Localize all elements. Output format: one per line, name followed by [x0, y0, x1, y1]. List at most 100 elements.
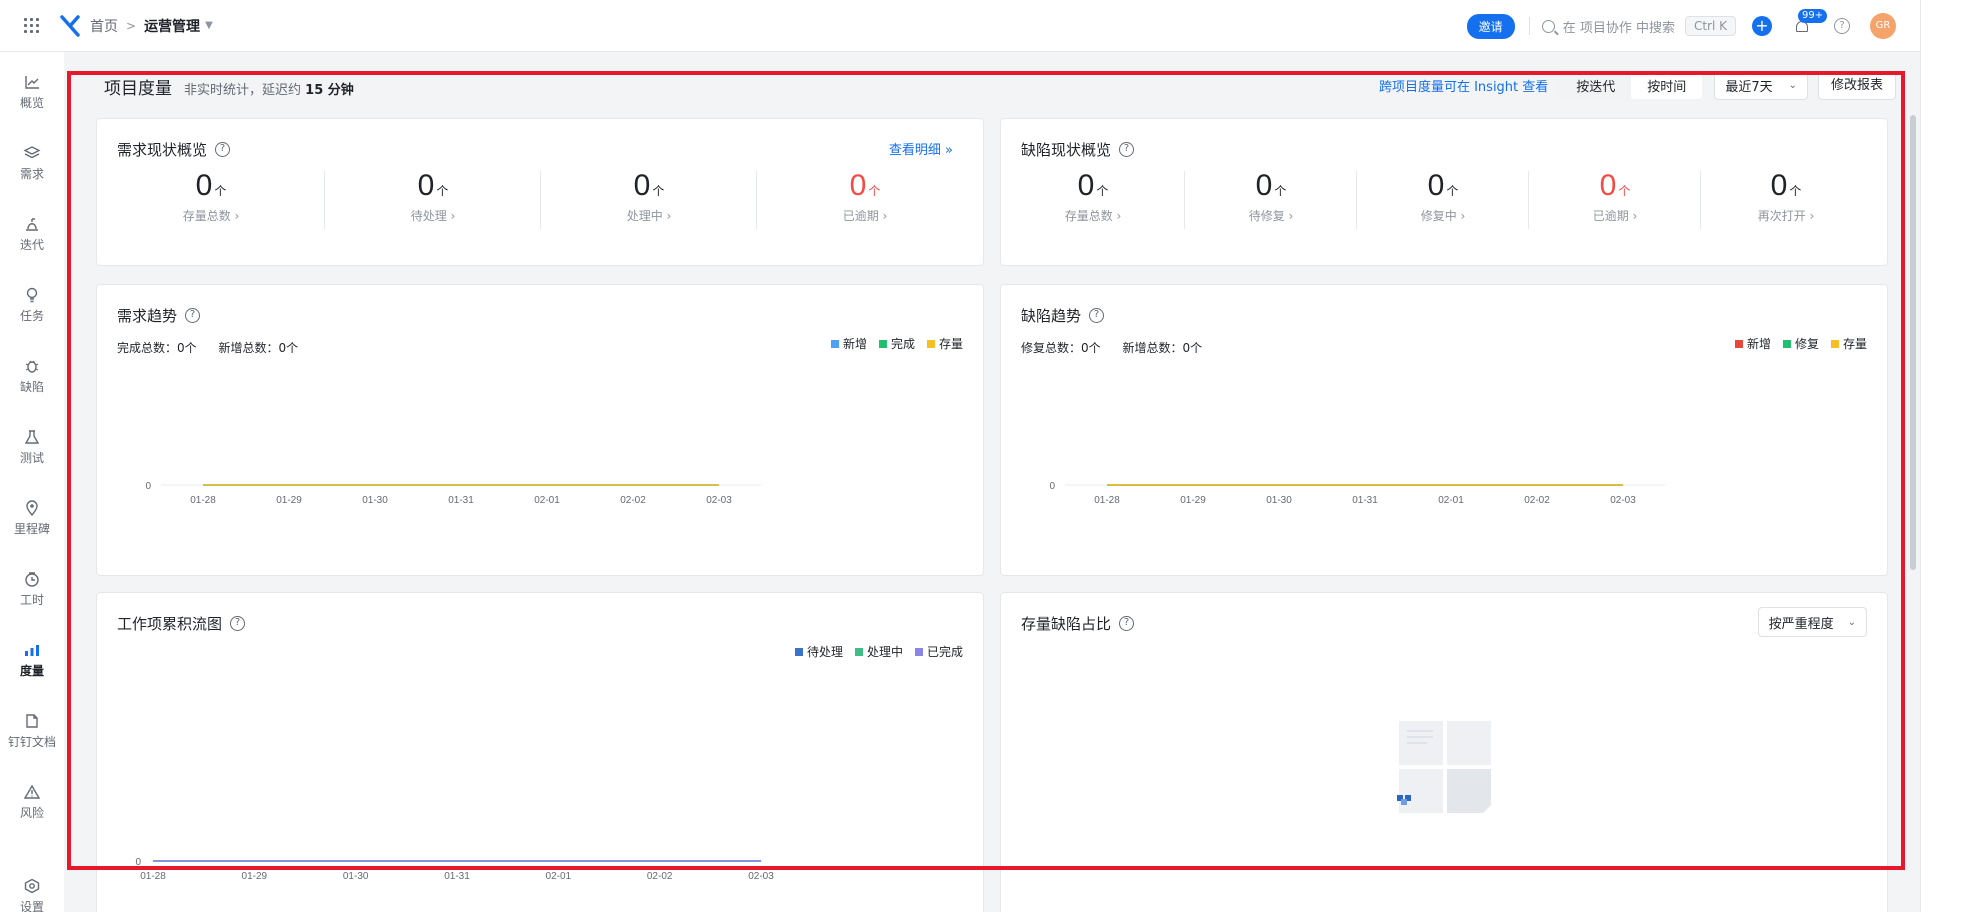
sidebar-item-label: 迭代: [19, 238, 44, 252]
stat-unit: 个: [1274, 184, 1287, 198]
invite-button[interactable]: 邀请: [1466, 13, 1515, 39]
scrollbar[interactable]: [1910, 115, 1916, 570]
sidebar-item-settings[interactable]: 设置: [0, 878, 64, 912]
stat-unit: 个: [1096, 184, 1109, 198]
right-panel: [1920, 0, 1974, 912]
sidebar-item-milestones[interactable]: 里程碑: [0, 500, 64, 537]
sidebar-item-tasks[interactable]: 任务: [0, 287, 64, 324]
card-title: 存量缺陷占比 ?: [1021, 613, 1135, 634]
sidebar-item-metrics[interactable]: 度量: [0, 642, 64, 679]
card-title-text: 缺陷现状概览: [1021, 141, 1112, 159]
help-icon[interactable]: ?: [215, 142, 231, 157]
x-tick-label: 02-03: [748, 871, 774, 882]
sidebar-item-label: 设置: [19, 900, 44, 912]
sidebar-item-worktime[interactable]: 工时: [0, 571, 64, 608]
edit-report-button[interactable]: 修改报表: [1817, 71, 1896, 100]
help-icon[interactable]: ?: [1119, 616, 1135, 631]
stat-value: 0: [1255, 169, 1273, 202]
x-tick-label: 02-02: [647, 871, 673, 882]
iteration-icon: [23, 216, 41, 232]
sidebar-item-bugs[interactable]: 缺陷: [0, 358, 64, 395]
top-bar: 首页 > 运营管理 ▼ 邀请 在 项目协作 中搜索 Ctrl K + 99+ ?…: [0, 0, 1920, 52]
x-tick-label: 01-28: [140, 871, 166, 882]
requirement-trend-chart: 0 01-28 01-29 01-30 01-31 02-01 02-02 02-03: [145, 481, 761, 506]
stat-label: 存量总数 ›: [182, 209, 240, 223]
sidebar-item-requirements[interactable]: 需求: [0, 145, 64, 182]
y-tick-label: 0: [145, 481, 151, 492]
stat-value: 0: [1427, 169, 1445, 202]
page-subtitle: 非实时统计，延迟约 15 分钟: [184, 79, 354, 98]
search-input[interactable]: 在 项目协作 中搜索 Ctrl K: [1541, 16, 1736, 36]
stat-total[interactable]: 0个 存量总数 ›: [1001, 169, 1185, 239]
stat-value: 0: [849, 169, 867, 202]
sidebar-item-testing[interactable]: 测试: [0, 429, 64, 466]
logo-icon[interactable]: [60, 14, 80, 37]
sidebar-item-risks[interactable]: 风险: [0, 784, 64, 821]
sidebar-item-overview[interactable]: 概览: [0, 74, 64, 111]
x-tick-label: 01-29: [1180, 495, 1206, 506]
search-icon: [1541, 19, 1555, 33]
help-icon[interactable]: ?: [1834, 18, 1850, 34]
bulb-icon: [23, 287, 41, 303]
card-title: 缺陷现状概览 ?: [1021, 139, 1135, 160]
header-actions: 跨项目度量可在 Insight 查看 按迭代 按时间 最近7天 ⌄ 修改报表: [1379, 70, 1896, 101]
sidebar-item-docs[interactable]: 钉钉文档: [0, 713, 64, 750]
severity-value: 按严重程度: [1768, 616, 1834, 632]
app-grid-icon[interactable]: [24, 17, 40, 34]
breadcrumb-home[interactable]: 首页: [90, 16, 118, 36]
create-button[interactable]: +: [1752, 16, 1772, 36]
bug-ratio-card: 存量缺陷占比 ? 按严重程度 ⌄: [1000, 592, 1888, 912]
cumulative-flow-card: 工作项累积流图 ? 待处理 处理中 已完成 0 01-28 01-29 01-30 01…: [96, 592, 984, 912]
stat-label: 待修复 ›: [1248, 209, 1294, 223]
stat-total[interactable]: 0个 存量总数 ›: [97, 169, 325, 239]
stat-label: 存量总数 ›: [1064, 209, 1122, 223]
stat-row: 0个 存量总数 › 0个 待处理 › 0个 处理中 › 0个 已逾期 ›: [97, 169, 985, 239]
cumulative-flow-chart: 0 01-28 01-29 01-30 01-31 02-01 02-02 02-03: [135, 857, 774, 882]
stat-pending[interactable]: 0个 待处理 ›: [325, 169, 541, 239]
sidebar-item-label: 度量: [19, 664, 44, 678]
x-tick-label: 02-03: [1610, 495, 1636, 506]
x-tick-label: 02-02: [1524, 495, 1550, 506]
sidebar-item-label: 风险: [19, 806, 44, 820]
stat-unit: 个: [1789, 184, 1802, 198]
range-select[interactable]: 最近7天 ⌄: [1714, 71, 1808, 100]
stat-value: 0: [633, 169, 651, 202]
stat-reopened[interactable]: 0个 再次打开 ›: [1701, 169, 1871, 239]
x-tick-label: 01-30: [1266, 495, 1292, 506]
stat-to-fix[interactable]: 0个 待修复 ›: [1185, 169, 1357, 239]
requirement-trend-card: 需求趋势 ? 完成总数：0个 新增总数：0个 新增 完成 存量 0 01-28 01…: [96, 284, 984, 576]
stat-value: 0: [1599, 169, 1617, 202]
stat-unit: 个: [652, 184, 665, 198]
stat-unit: 个: [436, 184, 449, 198]
tab-by-time[interactable]: 按时间: [1631, 72, 1703, 99]
stat-unit: 个: [214, 184, 227, 198]
sidebar: 概览 需求 迭代 任务 缺陷 测试 里程碑 工时 度量 钉钉文档 风险 设置: [0, 52, 64, 912]
stat-value: 0: [1770, 169, 1788, 202]
bug-trend-card: 缺陷趋势 ? 修复总数：0个 新增总数：0个 新增 修复 存量 0 01-28 01…: [1000, 284, 1888, 576]
breadcrumb-current[interactable]: 运营管理: [144, 16, 200, 36]
sidebar-item-label: 钉钉文档: [7, 735, 56, 749]
avatar[interactable]: GR: [1870, 13, 1896, 39]
stat-unit: 个: [1618, 184, 1631, 198]
clock-icon: [23, 571, 41, 587]
severity-select[interactable]: 按严重程度 ⌄: [1757, 607, 1867, 637]
view-details-link[interactable]: 查看明细 »: [889, 139, 953, 158]
x-tick-label: 01-29: [276, 495, 302, 506]
stat-overdue[interactable]: 0个 已逾期 ›: [1529, 169, 1701, 239]
tab-by-iteration[interactable]: 按迭代: [1560, 72, 1631, 99]
chevron-down-icon[interactable]: ▼: [205, 20, 213, 31]
stat-value: 0: [1077, 169, 1095, 202]
sidebar-item-iterations[interactable]: 迭代: [0, 216, 64, 253]
card-title-text: 存量缺陷占比: [1021, 615, 1112, 633]
help-icon[interactable]: ?: [1119, 142, 1135, 157]
x-tick-label: 01-30: [343, 871, 369, 882]
stat-in-progress[interactable]: 0个 处理中 ›: [541, 169, 757, 239]
sidebar-item-label: 任务: [19, 309, 44, 323]
stat-value: 0: [417, 169, 435, 202]
notification-button[interactable]: 99+: [1792, 9, 1828, 36]
sidebar-item-label: 里程碑: [13, 522, 50, 536]
stat-fixing[interactable]: 0个 修复中 ›: [1357, 169, 1529, 239]
stat-row: 0个 存量总数 › 0个 待修复 › 0个 修复中 › 0个 已逾期 › 0个: [1001, 169, 1889, 239]
stat-overdue[interactable]: 0个 已逾期 ›: [757, 169, 973, 239]
insight-link[interactable]: 跨项目度量可在 Insight 查看: [1379, 76, 1548, 95]
